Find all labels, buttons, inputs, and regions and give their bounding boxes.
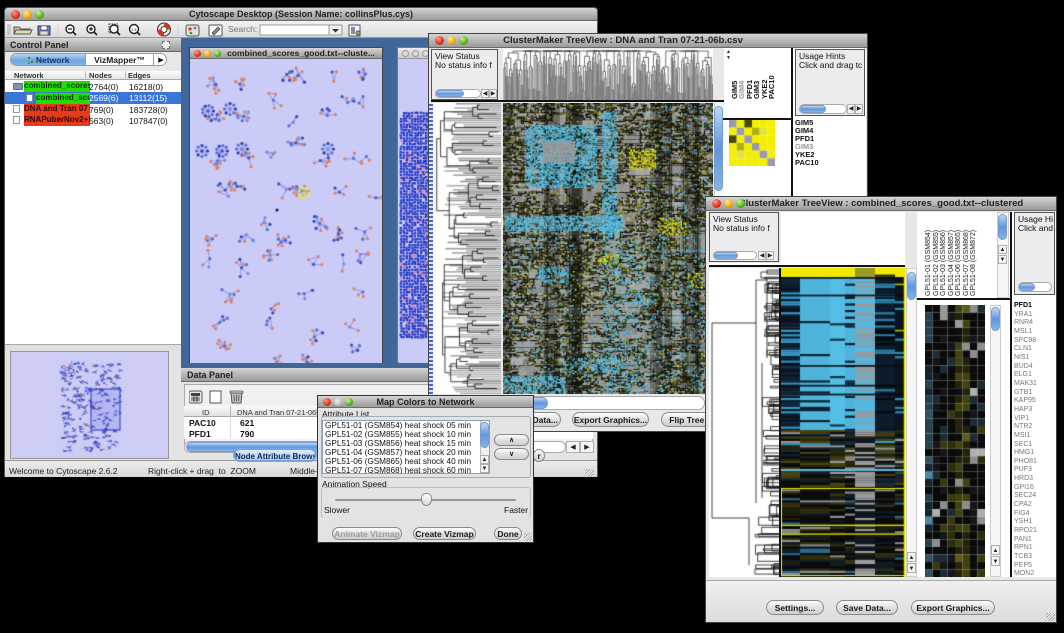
svg-text:1:1: 1:1 [131, 27, 137, 32]
svg-text:Search:: Search: [228, 24, 257, 34]
